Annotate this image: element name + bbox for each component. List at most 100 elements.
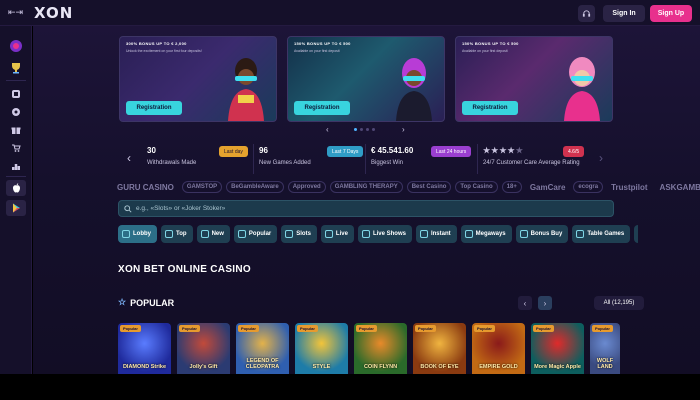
stat-label: 24/7 Customer Care Average Rating: [483, 160, 580, 166]
google-play-button[interactable]: [6, 200, 26, 216]
game-search: [118, 200, 614, 217]
cart-icon[interactable]: [8, 140, 24, 156]
game-title: COIN FLYNN: [363, 364, 398, 370]
search-icon: [124, 204, 132, 213]
registration-button[interactable]: Registration: [126, 101, 182, 115]
banner-pagination: [354, 128, 375, 131]
game-tile[interactable]: Popular COIN FLYNN: [354, 323, 407, 374]
app-store-button[interactable]: [6, 180, 26, 196]
apple-icon: [12, 183, 20, 193]
support-button[interactable]: [578, 5, 595, 22]
tab-popular[interactable]: Popular: [233, 225, 278, 243]
crown-icon: [165, 230, 173, 238]
page-title: XON BET ONLINE CASINO: [118, 264, 251, 275]
sports-ball-icon[interactable]: [8, 104, 24, 120]
gift-icon[interactable]: [8, 122, 24, 138]
tab-live[interactable]: Live: [320, 225, 354, 243]
pagination-dot[interactable]: [366, 128, 369, 131]
stat-withdrawals: 30 Withdrawals Made Last day: [147, 146, 251, 172]
pagination-dot[interactable]: [360, 128, 363, 131]
game-tile[interactable]: Popular BOOK OF EYE: [413, 323, 466, 374]
game-badge: Popular: [356, 325, 377, 332]
promo-banner[interactable]: 150% BONUS UP TO € 500 Available on your…: [287, 36, 445, 122]
tab-label: Slots: [296, 231, 311, 237]
banner-next-arrow[interactable]: ›: [402, 125, 405, 134]
game-badge: Popular: [533, 325, 554, 332]
view-all-button[interactable]: All (12,195): [594, 296, 644, 310]
tab-lobby[interactable]: Lobby: [118, 225, 157, 243]
tab-bonus-buy[interactable]: Bonus Buy: [515, 225, 569, 243]
bonus-icon: [519, 230, 528, 238]
promo-banner[interactable]: 300% BONUS UP TO € 2,000 Unlock the exci…: [119, 36, 277, 122]
banner-prev-arrow[interactable]: ‹: [326, 125, 329, 134]
tab-live-shows[interactable]: Live Shows: [357, 225, 412, 243]
tab-label: New: [211, 231, 224, 237]
partner-logo: Top Casino: [455, 181, 498, 193]
tab-new[interactable]: New: [196, 225, 230, 243]
popular-prev-button[interactable]: ‹: [518, 296, 532, 310]
registration-button[interactable]: Registration: [294, 101, 350, 115]
game-title: Jolly's Gift: [189, 364, 218, 370]
game-badge: Popular: [474, 325, 495, 332]
pagination-dot[interactable]: [372, 128, 375, 131]
promo-banner[interactable]: 150% BONUS UP TO € 500 Available on your…: [455, 36, 613, 122]
game-title: WOLF LAND: [596, 358, 614, 370]
stat-biggest-win: € 45.541.60 Biggest Win Last 24 hours: [371, 146, 475, 172]
pagination-dot[interactable]: [354, 128, 357, 131]
game-title: STYLE: [312, 364, 331, 370]
game-tile[interactable]: Popular More Magic Apple: [531, 323, 584, 374]
popular-games-row: Popular DIAMOND Strike Popular Jolly's G…: [118, 323, 620, 374]
game-title: DIAMOND Strike: [122, 364, 167, 370]
partner-logo: GAMSTOP: [181, 181, 223, 193]
tab-label: Megaways: [475, 231, 506, 237]
stat-value: € 45.541.60: [371, 146, 414, 155]
game-tile[interactable]: Popular EMPIRE GOLD: [472, 323, 525, 374]
tab-label: Bonus Buy: [530, 231, 563, 237]
stats-next-arrow[interactable]: ›: [599, 151, 603, 165]
game-tile[interactable]: Popular LEGEND OF CLEOPATRA: [236, 323, 289, 374]
game-title: LEGEND OF CLEOPATRA: [245, 358, 280, 370]
tab-megaways[interactable]: Megaways: [460, 225, 512, 243]
sign-up-button[interactable]: Sign Up: [650, 5, 692, 22]
tab-table-games[interactable]: Table Games: [572, 225, 631, 243]
megaways-icon: [464, 230, 473, 238]
ranking-icon[interactable]: [8, 158, 24, 174]
game-tile[interactable]: Popular Jolly's Gift: [177, 323, 230, 374]
sidebar-divider: [6, 80, 26, 81]
stat-badge: Last day: [219, 146, 248, 157]
registration-button[interactable]: Registration: [462, 101, 518, 115]
banner-title: 150% BONUS UP TO € 500: [462, 41, 519, 46]
banner-subtitle: Available on your first deposit: [294, 49, 340, 53]
sign-in-button[interactable]: Sign In: [603, 5, 645, 22]
search-input[interactable]: [136, 205, 596, 212]
game-tile[interactable]: Popular STYLE: [295, 323, 348, 374]
tab-instant[interactable]: Instant: [415, 225, 457, 243]
main-content: 300% BONUS UP TO € 2,000 Unlock the exci…: [33, 26, 700, 374]
game-tile[interactable]: Popular DIAMOND Strike: [118, 323, 171, 374]
banner-title: 300% BONUS UP TO € 2,000: [126, 41, 187, 46]
star-half-icon: ★: [515, 146, 524, 155]
tab-label: Live: [335, 231, 348, 237]
trophy-icon[interactable]: [8, 60, 24, 76]
lightning-icon: [200, 230, 209, 238]
logo[interactable]: XON: [34, 4, 73, 22]
star-outline-icon: ☆: [118, 297, 127, 307]
home-icon: [122, 230, 130, 238]
game-title: More Magic Apple: [534, 364, 581, 370]
stat-new-games: 96 New Games Added Last 7 Days: [259, 146, 364, 172]
partner-logo: ASKGAMBLERS: [659, 182, 700, 192]
star-icon: ★: [507, 146, 516, 155]
game-tile[interactable]: Popular WOLF LAND: [590, 323, 620, 374]
stat-separator: [365, 144, 366, 174]
promo-icon[interactable]: [8, 38, 24, 54]
promo-character-illustration: [396, 58, 432, 121]
popular-next-button[interactable]: ›: [538, 296, 552, 310]
sidebar: [0, 26, 32, 374]
tab-slots[interactable]: Slots: [281, 225, 317, 243]
stat-value: 30: [147, 146, 156, 155]
tab-top[interactable]: Top: [161, 225, 193, 243]
tab-more[interactable]: B: [634, 225, 638, 243]
sidebar-toggle-icon[interactable]: ⇤⇥: [8, 7, 26, 18]
stats-prev-arrow[interactable]: ‹: [127, 151, 131, 165]
casino-icon[interactable]: [8, 86, 24, 102]
